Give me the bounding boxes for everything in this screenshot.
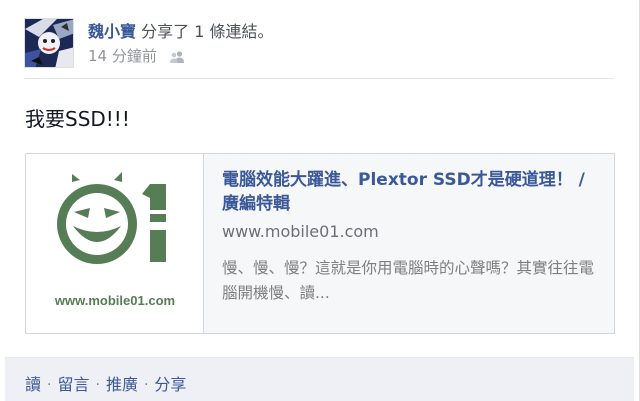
author-name-link[interactable]: 魏小寶 bbox=[88, 22, 136, 41]
comment-link[interactable]: 留言 bbox=[57, 374, 89, 396]
action-separator: · bbox=[143, 376, 149, 393]
story-action-bar: 讀 · 留言 · 推廣 · 分享 bbox=[5, 357, 634, 401]
link-text-area[interactable]: 電腦效能大躍進、Plextor SSD才是硬道理！ / 廣編特輯 www.mob… bbox=[204, 154, 614, 333]
thumbnail-caption: www.mobile01.com bbox=[54, 293, 176, 308]
action-separator: · bbox=[95, 376, 100, 393]
avatar[interactable] bbox=[24, 18, 74, 68]
mobile01-logo bbox=[57, 172, 168, 264]
friends-icon[interactable] bbox=[169, 49, 185, 63]
link-domain: www.mobile01.com bbox=[222, 222, 379, 241]
link-thumbnail[interactable]: www.mobile01.com bbox=[26, 154, 204, 333]
status-message: 我要SSD!!! bbox=[25, 107, 130, 131]
link-description: 慢、慢、慢？這就是你用電腦時的心聲嗎？其實往往電腦開機慢、讀... bbox=[222, 259, 595, 302]
action-separator: · bbox=[47, 376, 52, 393]
story-action-text: 分享了 1 條連結。 bbox=[141, 22, 274, 41]
story-author-line: 魏小寶 分享了 1 條連結。 bbox=[88, 22, 273, 42]
avatar-image bbox=[25, 19, 73, 67]
share-link[interactable]: 分享 bbox=[154, 374, 186, 396]
link-title[interactable]: 電腦效能大躍進、Plextor SSD才是硬道理！ / 廣編特輯 bbox=[222, 168, 596, 216]
shared-link-card[interactable]: www.mobile01.com 電腦效能大躍進、Plextor SSD才是硬道… bbox=[25, 153, 615, 334]
read-link[interactable]: 讀 bbox=[25, 374, 41, 396]
timestamp-link[interactable]: 14 分鐘前 bbox=[88, 46, 157, 66]
like-link[interactable]: 推廣 bbox=[106, 374, 138, 396]
feed-story: 魏小寶 分享了 1 條連結。 14 分鐘前 我要SSD!!! www.mobil… bbox=[0, 0, 640, 401]
story-meta: 14 分鐘前 bbox=[88, 46, 185, 66]
header-divider bbox=[24, 78, 614, 79]
